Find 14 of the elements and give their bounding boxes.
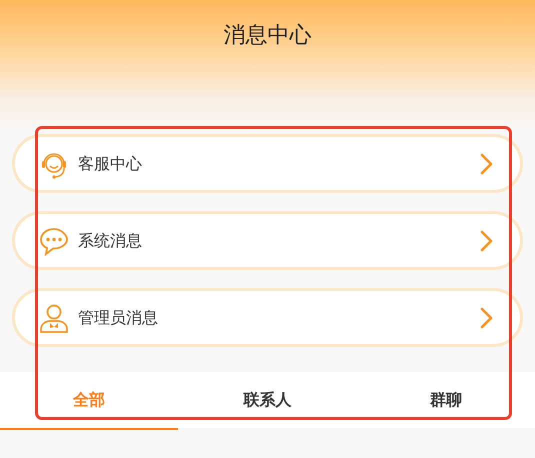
chevron-right-icon <box>480 230 494 252</box>
menu-label: 管理员消息 <box>78 306 159 328</box>
menu-item[interactable]: 客服中心 <box>12 134 523 193</box>
menu-item[interactable]: 管理员消息 <box>12 288 523 347</box>
menu-item[interactable]: 系统消息 <box>12 211 523 270</box>
chevron-right-icon <box>480 306 494 328</box>
tab[interactable]: 联系人 <box>178 372 357 430</box>
menu-label: 系统消息 <box>78 230 143 252</box>
chat-bubble-icon <box>39 226 69 256</box>
page-title: 消息中心 <box>222 22 312 50</box>
menu-label: 客服中心 <box>78 152 143 174</box>
chevron-right-icon <box>480 152 494 174</box>
tab[interactable]: 群聊 <box>356 372 535 430</box>
person-icon <box>39 302 69 332</box>
